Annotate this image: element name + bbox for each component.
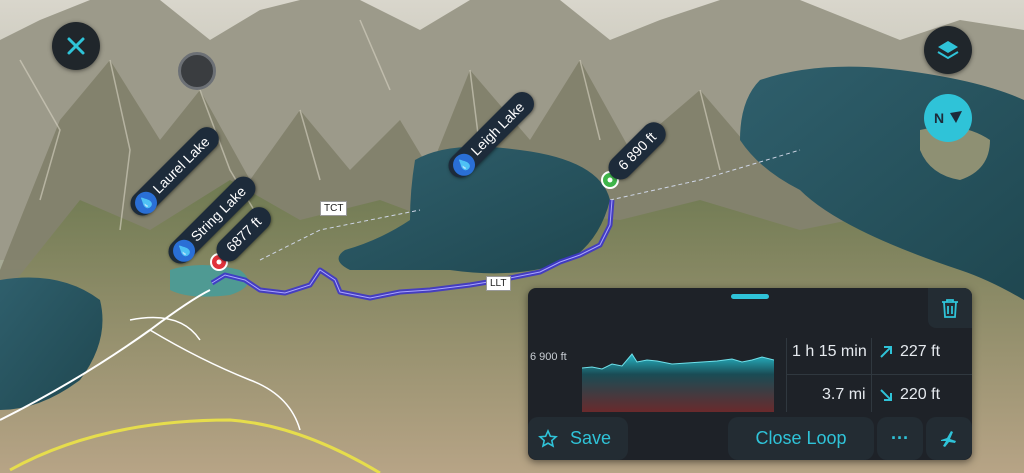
close-loop-button[interactable]: Close Loop [728,417,874,460]
close-icon [67,37,85,55]
compass-label: N [933,110,945,126]
close-button[interactable] [52,22,100,70]
trash-icon [942,299,958,318]
duration-value: 1 h 15 min [792,343,867,360]
descent-arrow-icon [880,389,892,401]
ascent-stat: 227 ft [878,343,940,361]
layers-icon [937,41,959,60]
more-button[interactable]: ··· [877,417,923,460]
drag-handle[interactable] [731,294,769,299]
flyover-button[interactable] [926,417,972,460]
location-indicator [178,52,216,90]
route-panel[interactable]: 6 900 ft 1 h 15 min 3.7 mi 227 ft 220 ft… [528,288,972,460]
elevation-axis-label: 6 900 ft [530,351,567,363]
north-arrow-icon [950,111,963,123]
star-icon [538,428,558,448]
trail-tag-tct: TCT [320,201,348,216]
airplane-icon [941,430,956,447]
more-icon: ··· [891,428,909,448]
elevation-profile[interactable] [582,352,774,412]
compass-button[interactable]: N [924,94,972,142]
trail-tag-llt: LLT [486,276,511,291]
delete-button[interactable] [928,288,972,328]
ascent-arrow-icon [880,346,892,358]
layers-button[interactable] [924,26,972,74]
descent-stat: 220 ft [878,386,940,404]
distance-value: 3.7 mi [822,386,866,403]
save-button[interactable]: Save [528,417,628,460]
